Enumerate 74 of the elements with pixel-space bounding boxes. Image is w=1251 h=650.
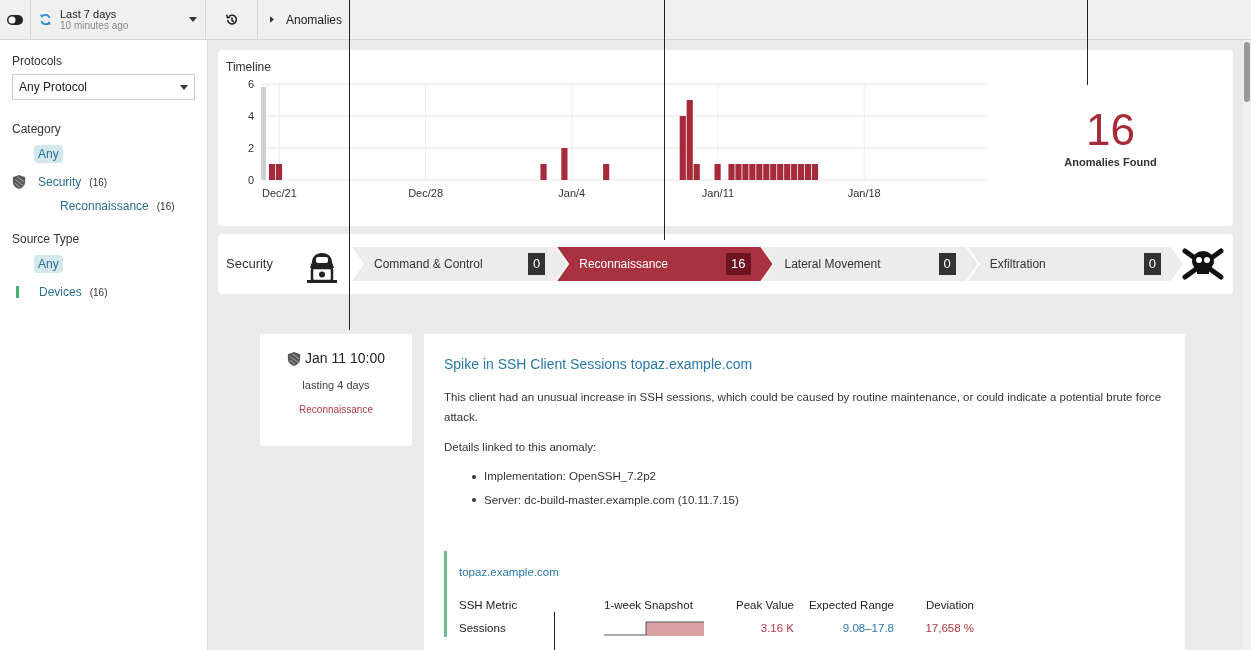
column-header: SSH Metric xyxy=(459,597,519,613)
x-tick-label: Jan/18 xyxy=(847,187,881,199)
filter-item[interactable]: Security xyxy=(34,173,86,191)
stage-count: 16 xyxy=(726,253,751,275)
stage-tab[interactable]: Lateral Movement 0 xyxy=(762,247,978,281)
time-range-picker[interactable]: Last 7 days 10 minutes ago xyxy=(30,0,206,40)
detail-item: Server: dc-build-master.example.com (10.11.7.15) xyxy=(484,492,739,508)
column-header: Deviation xyxy=(925,597,974,613)
filter-item[interactable]: Devices xyxy=(35,283,86,301)
x-tick-label: Jan/11 xyxy=(701,187,735,199)
toggle-icon[interactable] xyxy=(7,14,23,25)
stage-tab[interactable]: Reconnaissance 16 xyxy=(557,247,773,281)
count-label: Anomalies Found xyxy=(1064,154,1157,170)
filter-item[interactable]: Any xyxy=(34,145,63,163)
y-tick-label: 0 xyxy=(247,174,254,186)
column-header: Peak Value xyxy=(735,597,794,613)
y-tick-label: 4 xyxy=(247,110,254,122)
section-title: Protocols xyxy=(12,53,64,70)
chart-bar xyxy=(561,148,568,180)
metric-host[interactable]: topaz.example.com xyxy=(459,565,559,578)
history-icon[interactable] xyxy=(224,12,239,27)
table-cell-text: Sessions xyxy=(459,621,507,636)
bullet-icon xyxy=(472,474,476,479)
leader-line xyxy=(554,612,555,650)
column-header: Expected Range xyxy=(807,597,894,613)
stage-group-label: Security xyxy=(226,255,274,274)
chart-bar xyxy=(540,164,547,180)
table-cell-text: 9.08–17.8 xyxy=(841,621,894,636)
item-count: (16) xyxy=(156,199,175,214)
column-header: 1-week Snapshot xyxy=(604,597,694,613)
refresh-icon xyxy=(39,13,52,26)
item-count: (16) xyxy=(89,175,108,190)
detail-item: Implementation: OpenSSH_7.2p2 xyxy=(484,469,656,485)
skull-crossbones-icon xyxy=(1181,247,1225,281)
anomaly-category: Reconnaissance xyxy=(299,402,373,417)
protocol-select[interactable]: Any Protocol xyxy=(12,74,195,100)
bar-icon xyxy=(16,286,19,298)
time-range-label: Last 7 days xyxy=(60,8,118,20)
details-heading: Details linked to this anomaly: xyxy=(444,440,598,455)
shield-icon xyxy=(12,174,26,190)
anomaly-count: 16 xyxy=(1086,105,1135,154)
expand-icon[interactable] xyxy=(270,16,274,23)
scrollbar[interactable] xyxy=(1243,40,1251,650)
table-cell-text: 3.16 K xyxy=(759,621,794,636)
chart-title: Timeline xyxy=(226,59,272,76)
stage-tab[interactable]: Exfiltration 0 xyxy=(967,247,1183,281)
y-tick-label: 6 xyxy=(247,78,254,90)
anomaly-time: Jan 11 10:00 xyxy=(305,349,385,368)
shield-icon xyxy=(287,350,302,367)
stage-count: 0 xyxy=(1143,253,1161,275)
stage-count: 0 xyxy=(938,253,956,275)
anomaly-description: This client had an unusual increase in SSH sessions, which could be caused by routine maintenance, or could indicate a potential brute force attack. xyxy=(444,390,1163,425)
x-tick-label: Dec/21 xyxy=(261,187,297,199)
filter-item[interactable]: Any xyxy=(34,255,63,273)
range-handle[interactable] xyxy=(261,87,266,180)
bullet-icon xyxy=(472,498,476,503)
filter-item[interactable]: Reconnaissance xyxy=(56,197,153,215)
section-title: Category xyxy=(12,121,62,138)
y-tick-label: 2 xyxy=(247,142,254,154)
caret-icon xyxy=(189,17,197,22)
stage-count: 0 xyxy=(528,253,546,275)
stage-tab[interactable]: Command & Control 0 xyxy=(352,247,568,281)
caret-icon xyxy=(180,84,188,90)
section-title: Source Type xyxy=(12,231,81,248)
updated-label: 10 minutes ago xyxy=(60,19,130,31)
item-count: (16) xyxy=(89,285,108,300)
table-cell-text: 17,658 % xyxy=(924,621,974,636)
anomaly-duration: lasting 4 days xyxy=(302,378,370,393)
x-tick-label: Jan/4 xyxy=(558,187,586,199)
breadcrumb[interactable]: Anomalies xyxy=(286,10,343,29)
chart-bar xyxy=(603,164,610,180)
chart-bar xyxy=(714,164,721,180)
anomaly-title[interactable]: Spike in SSH Client Sessions topaz.example.com xyxy=(444,354,1165,375)
x-tick-label: Dec/28 xyxy=(408,187,444,199)
